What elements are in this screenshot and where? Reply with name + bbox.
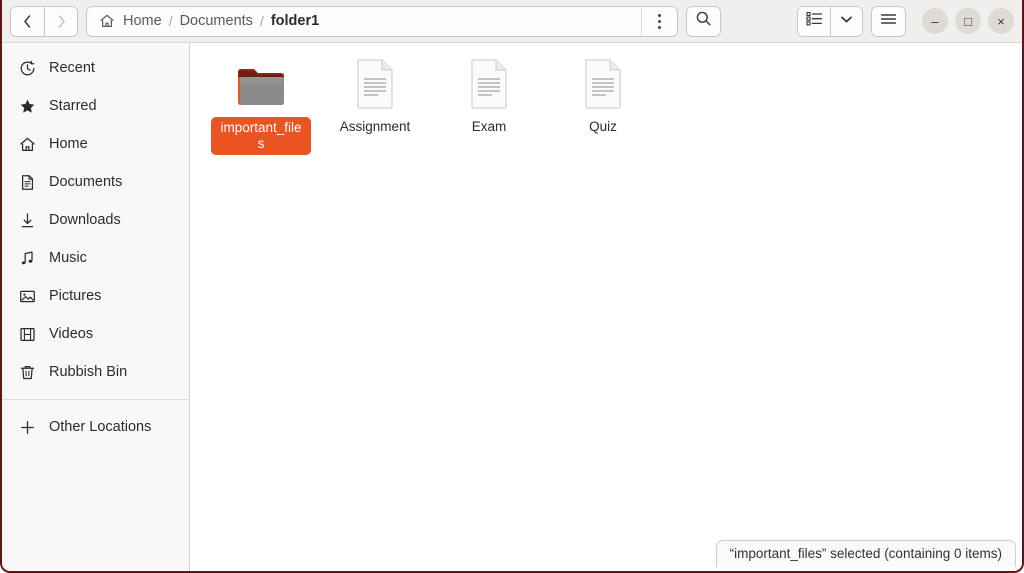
sidebar-item-rubbish-bin[interactable]: Rubbish Bin	[2, 353, 189, 391]
sidebar-item-videos[interactable]: Videos	[2, 315, 189, 353]
forward-button[interactable]	[44, 6, 77, 36]
search-icon	[695, 10, 712, 32]
home-icon	[99, 13, 115, 29]
file-label: important_files	[211, 117, 311, 155]
folder-icon	[233, 55, 289, 111]
file-label: Assignment	[339, 119, 411, 134]
file-item-assignment[interactable]: Assignment	[318, 51, 432, 161]
sidebar-label: Downloads	[49, 212, 121, 228]
sidebar-item-home[interactable]: Home	[2, 125, 189, 163]
sidebar-label: Pictures	[49, 288, 102, 304]
navigation-buttons	[10, 5, 78, 37]
header-bar: Home / Documents / folder1 – □ ×	[2, 0, 1022, 43]
document-file-icon	[351, 55, 399, 111]
window-controls: – □ ×	[922, 8, 1014, 34]
document-file-icon	[465, 55, 513, 111]
picture-icon	[19, 288, 36, 305]
minimize-button[interactable]: –	[922, 8, 948, 34]
music-note-icon	[19, 250, 36, 267]
breadcrumb-item-home[interactable]: Home	[123, 13, 162, 29]
sidebar-label: Other Locations	[49, 419, 152, 435]
sidebar-label: Recent	[49, 60, 95, 76]
window-body: Recent Starred Home Documents Downloads …	[2, 43, 1022, 571]
chevron-down-icon	[839, 12, 854, 30]
sidebar-label: Music	[49, 250, 87, 266]
breadcrumb-item-documents[interactable]: Documents	[180, 13, 253, 29]
status-bar: “important_files” selected (containing 0…	[715, 540, 1016, 567]
sidebar-item-starred[interactable]: Starred	[2, 87, 189, 125]
sidebar-item-pictures[interactable]: Pictures	[2, 277, 189, 315]
download-icon	[19, 212, 36, 229]
main-menu-button[interactable]	[871, 5, 906, 37]
breadcrumb-separator: /	[168, 13, 173, 29]
sidebar-item-music[interactable]: Music	[2, 239, 189, 277]
document-file-icon	[579, 55, 627, 111]
search-button[interactable]	[686, 5, 721, 37]
file-label: Exam	[471, 119, 507, 134]
file-label: Quiz	[589, 119, 617, 134]
sidebar-label: Rubbish Bin	[49, 364, 128, 380]
trash-icon	[19, 364, 36, 381]
star-icon	[19, 98, 36, 115]
breadcrumb: Home / Documents / folder1	[99, 13, 641, 29]
film-icon	[19, 326, 36, 343]
sidebar-item-downloads[interactable]: Downloads	[2, 201, 189, 239]
back-button[interactable]	[11, 6, 44, 36]
hamburger-menu-icon	[880, 12, 897, 31]
plus-icon	[19, 419, 36, 436]
list-view-button[interactable]	[798, 6, 830, 36]
sidebar-label: Documents	[49, 174, 123, 190]
sidebar-item-documents[interactable]: Documents	[2, 163, 189, 201]
path-menu-button[interactable]	[641, 6, 677, 36]
view-mode-group	[797, 5, 863, 37]
sidebar-label: Starred	[49, 98, 97, 114]
view-options-button[interactable]	[830, 6, 862, 36]
file-manager-window: Home / Documents / folder1 – □ × Recent …	[0, 0, 1024, 573]
home-icon	[19, 136, 36, 153]
file-view[interactable]: important_files Assignment Exam Quiz “im…	[190, 43, 1022, 571]
maximize-button[interactable]: □	[955, 8, 981, 34]
vertical-dots-icon	[658, 13, 661, 29]
document-icon	[19, 174, 36, 191]
clock-icon	[19, 60, 36, 77]
file-item-important-files[interactable]: important_files	[204, 51, 318, 161]
path-bar[interactable]: Home / Documents / folder1	[86, 5, 678, 37]
breadcrumb-item-folder1[interactable]: folder1	[271, 13, 319, 29]
list-view-icon	[805, 11, 823, 31]
sidebar-label: Home	[49, 136, 88, 152]
sidebar-item-recent[interactable]: Recent	[2, 49, 189, 87]
file-item-quiz[interactable]: Quiz	[546, 51, 660, 161]
sidebar-label: Videos	[49, 326, 94, 342]
sidebar-item-other-locations[interactable]: Other Locations	[2, 408, 189, 446]
sidebar-divider	[2, 399, 189, 400]
sidebar: Recent Starred Home Documents Downloads …	[2, 43, 190, 571]
file-item-exam[interactable]: Exam	[432, 51, 546, 161]
file-grid: important_files Assignment Exam Quiz	[190, 43, 1022, 161]
breadcrumb-separator: /	[259, 13, 264, 29]
close-button[interactable]: ×	[988, 8, 1014, 34]
